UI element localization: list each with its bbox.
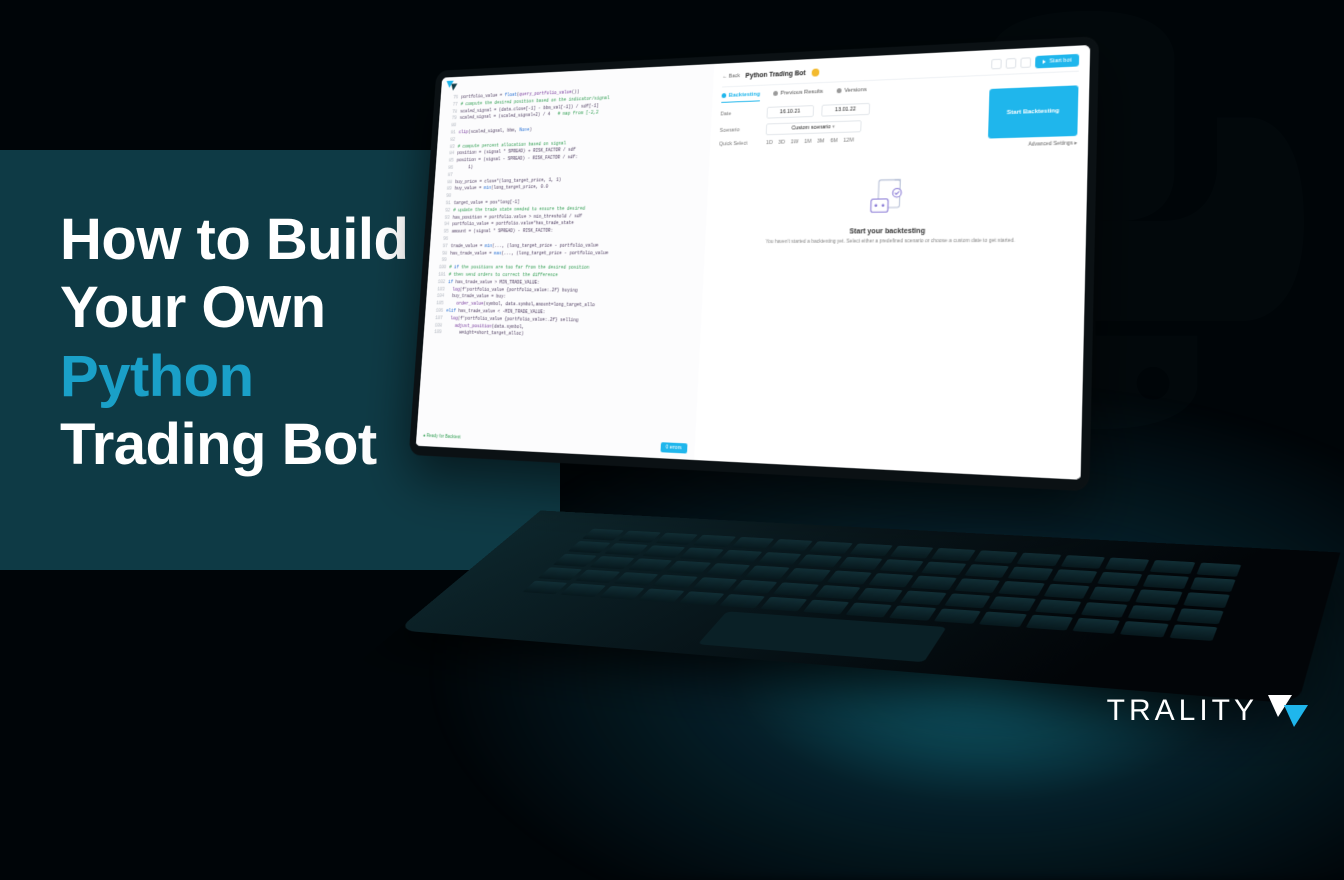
brand-name: TRALITY bbox=[1107, 694, 1258, 728]
scenario-label: Scenario bbox=[720, 127, 759, 134]
tab-backtesting[interactable]: Backtesting bbox=[721, 92, 760, 103]
headline-line1: How to Build bbox=[60, 207, 408, 272]
headline-line2: Your Own bbox=[60, 275, 326, 340]
quick-select-option[interactable]: 3D bbox=[775, 139, 788, 147]
trality-logo-icon bbox=[1268, 695, 1308, 727]
backtest-pane: ← Back Python Trading Bot Start bot Back… bbox=[694, 45, 1090, 480]
toolbar-icon[interactable] bbox=[1006, 58, 1017, 69]
laptop-keyboard bbox=[397, 510, 1340, 703]
quick-select-option[interactable]: 1W bbox=[788, 138, 802, 146]
chevron-down-icon: ▾ bbox=[832, 124, 835, 130]
laptop-mockup: 76portfolio_value = float(query_portfoli… bbox=[370, 50, 1344, 710]
empty-subtitle: You haven't started a backtesting yet. S… bbox=[760, 238, 1020, 245]
quick-select-option[interactable]: 1D bbox=[763, 139, 776, 147]
back-link[interactable]: ← Back bbox=[722, 73, 740, 80]
quick-select-option[interactable]: 6M bbox=[827, 137, 841, 145]
toolbar-icon[interactable] bbox=[991, 59, 1002, 70]
status-ready: ● Ready for Backtest bbox=[423, 433, 461, 441]
code-lines: 76portfolio_value = float(query_portfoli… bbox=[430, 83, 706, 342]
tab-previous-results[interactable]: Previous Results bbox=[773, 89, 824, 101]
quick-select-option[interactable]: 1M bbox=[801, 138, 814, 146]
page-title: Python Trading Bot bbox=[745, 70, 806, 80]
headline-accent: Python bbox=[60, 344, 254, 409]
toolbar-icon[interactable] bbox=[1021, 57, 1032, 68]
advanced-settings-link[interactable]: Advanced Settings ▸ bbox=[1028, 140, 1077, 148]
errors-badge: 0 errors bbox=[660, 442, 687, 453]
code-editor-pane: 76portfolio_value = float(query_portfoli… bbox=[416, 64, 714, 460]
date-label: Date bbox=[720, 110, 759, 117]
date-to-field[interactable]: 13.01.22 bbox=[821, 103, 870, 117]
empty-title: Start your backtesting bbox=[714, 224, 1075, 236]
trality-icon bbox=[446, 80, 458, 89]
tab-versions[interactable]: Versions bbox=[836, 87, 866, 98]
empty-state: Start your backtesting You haven't start… bbox=[714, 173, 1076, 245]
quick-select-option[interactable]: 3M bbox=[814, 137, 827, 145]
scenario-select[interactable]: Custom scenario ▾ bbox=[766, 120, 862, 135]
date-from-field[interactable]: 16.10.21 bbox=[766, 105, 814, 119]
start-bot-button[interactable]: Start bot bbox=[1035, 54, 1079, 69]
exchange-badge-icon bbox=[811, 68, 819, 76]
brand-mark: TRALITY bbox=[1107, 694, 1308, 728]
headline-line4: Trading Bot bbox=[60, 412, 377, 477]
laptop-screen: 76portfolio_value = float(query_portfoli… bbox=[409, 36, 1099, 491]
empty-state-icon bbox=[865, 177, 912, 219]
quick-select-label: Quick Select bbox=[719, 140, 758, 147]
start-backtesting-button[interactable]: Start Backtesting bbox=[988, 85, 1078, 138]
quick-select-option[interactable]: 12M bbox=[840, 136, 857, 145]
